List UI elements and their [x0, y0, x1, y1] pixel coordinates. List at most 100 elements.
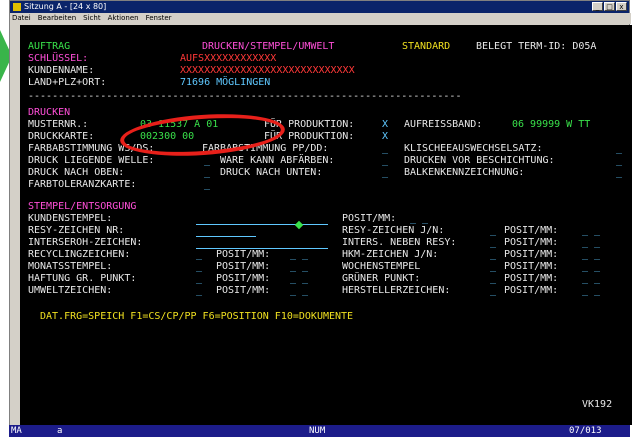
- posit-gruen-label: POSIT/MM:: [504, 273, 559, 284]
- posit-umwelt-field[interactable]: _ _: [290, 285, 308, 297]
- hkm-jn-label: HKM-ZEICHEN J/N:: [342, 249, 439, 260]
- posit-haftung-label: POSIT/MM:: [216, 273, 271, 284]
- hersteller-label: HERSTELLERZEICHEN:: [342, 285, 451, 296]
- terminal-screen: AUFTRAG DRUCKEN/STEMPEL/UMWELT STANDARD …: [20, 25, 632, 425]
- posit-recycling-label: POSIT/MM:: [216, 249, 271, 260]
- posit-kundenstempel-label: POSIT/MM:: [342, 213, 397, 224]
- inters-neben-field[interactable]: _: [490, 237, 496, 249]
- monatsstempel-field[interactable]: _: [196, 261, 202, 273]
- term-id: BELEGT TERM-ID: D05A: [476, 41, 597, 52]
- fuer-produktion-1-field[interactable]: X: [382, 119, 388, 131]
- posit-monat-label: POSIT/MM:: [216, 261, 271, 272]
- drucken-vor-field[interactable]: _: [616, 155, 622, 167]
- schluessel-label: SCHLÜSSEL:: [28, 53, 89, 64]
- farbabst-pp-field[interactable]: _: [382, 143, 388, 155]
- druck-welle-field[interactable]: _: [204, 155, 210, 167]
- close-button[interactable]: x: [616, 2, 627, 11]
- terminal-window: Sitzung A - [24 x 80] _ □ x Datei Bearbe…: [9, 0, 632, 437]
- monatsstempel-label: MONATSSTEMPEL:: [28, 261, 113, 272]
- farbtoleranz-field[interactable]: _: [204, 179, 210, 191]
- posit-inters-field[interactable]: _ _: [582, 237, 600, 249]
- wochenstempel-field[interactable]: _: [490, 261, 496, 273]
- posit-inters-label: POSIT/MM:: [504, 237, 559, 248]
- aufreissband-field[interactable]: 06 99999 W TT: [512, 119, 590, 131]
- kundenname-value: XXXXXXXXXXXXXXXXXXXXXXXXXXXXX: [180, 65, 355, 76]
- posit-resy-field[interactable]: _ _: [582, 225, 600, 237]
- session-indicator: MA: [11, 426, 22, 436]
- inters-neben-label: INTERS. NEBEN RESY:: [342, 237, 457, 248]
- druck-oben-label: DRUCK NACH OBEN:: [28, 167, 125, 178]
- farbtoleranz-label: FARBTOLERANZKARTE:: [28, 179, 137, 190]
- field-indicator: a: [57, 426, 63, 436]
- ware-field[interactable]: _: [382, 155, 388, 167]
- drucken-section-title: DRUCKEN: [28, 107, 71, 118]
- mode-indicator: STANDARD: [402, 41, 451, 52]
- ort-value: 71696 MÖGLINGEN: [180, 77, 271, 88]
- umwelt-field[interactable]: _: [196, 285, 202, 297]
- posit-woche-label: POSIT/MM:: [504, 261, 559, 272]
- menu-bearbeiten[interactable]: Bearbeiten: [38, 13, 76, 24]
- posit-umwelt-label: POSIT/MM:: [216, 285, 271, 296]
- minimize-button[interactable]: _: [592, 2, 603, 11]
- hkm-jn-field[interactable]: _: [490, 249, 496, 261]
- resy-jn-field[interactable]: _: [490, 225, 496, 237]
- recycling-field[interactable]: _: [196, 249, 202, 261]
- menu-datei[interactable]: Datei: [12, 13, 31, 24]
- menu-sicht[interactable]: Sicht: [83, 13, 100, 24]
- auftrag-label: AUFTRAG: [28, 41, 71, 52]
- fuer-produktion-2-field[interactable]: X: [382, 131, 388, 143]
- aufreissband-label: AUFREISSBAND:: [404, 119, 483, 130]
- screen-title: DRUCKEN/STEMPEL/UMWELT: [202, 41, 335, 52]
- gruener-punkt-field[interactable]: _: [490, 273, 496, 285]
- druck-unten-label: DRUCK NACH UNTEN:: [220, 167, 323, 178]
- musternr-label: MUSTERNR.:: [28, 119, 89, 130]
- function-keys: DAT.FRG=SPEICH F1=CS/CP/PP F6=POSITION F…: [40, 311, 354, 322]
- umwelt-label: UMWELTZEICHEN:: [28, 285, 113, 296]
- balken-field[interactable]: _: [616, 167, 622, 179]
- recycling-label: RECYCLINGZEICHEN:: [28, 249, 131, 260]
- status-bar: MA a NUM 07/013: [9, 425, 630, 437]
- klischee-field[interactable]: _: [616, 143, 622, 155]
- stempel-section-title: STEMPEL/ENTSORGUNG: [28, 201, 137, 212]
- ware-label: WARE KANN ABFÄRBEN:: [220, 155, 335, 166]
- numlock-indicator: NUM: [309, 426, 326, 436]
- posit-recycling-field[interactable]: _ _: [290, 249, 308, 261]
- cursor-position: 07/013: [569, 426, 602, 436]
- wochenstempel-label: WOCHENSTEMPEL: [342, 261, 421, 272]
- posit-woche-field[interactable]: _ _: [582, 261, 600, 273]
- kundenname-label: KUNDENNAME:: [28, 65, 95, 76]
- posit-kundenstempel-field[interactable]: _ _: [410, 213, 428, 225]
- haftung-label: HAFTUNG GR. PUNKT:: [28, 273, 137, 284]
- posit-hersteller-label: POSIT/MM:: [504, 285, 559, 296]
- gruener-punkt-label: GRÜNER PUNKT:: [342, 273, 421, 284]
- posit-hkm-label: POSIT/MM:: [504, 249, 559, 260]
- kundenstempel-label: KUNDENSTEMPEL:: [28, 213, 113, 224]
- posit-gruen-field[interactable]: _ _: [582, 273, 600, 285]
- posit-hersteller-field[interactable]: _ _: [582, 285, 600, 297]
- drucken-vor-label: DRUCKEN VOR BESCHICHTUNG:: [404, 155, 555, 166]
- window-title: Sitzung A - [24 x 80]: [24, 2, 107, 11]
- posit-hkm-field[interactable]: _ _: [582, 249, 600, 261]
- hersteller-field[interactable]: _: [490, 285, 496, 297]
- menu-fenster[interactable]: Fenster: [146, 13, 172, 24]
- posit-monat-field[interactable]: _ _: [290, 261, 308, 273]
- druckkarte-label: DRUCKKARTE:: [28, 131, 95, 142]
- balken-label: BALKENKENNZEICHNUNG:: [404, 167, 525, 178]
- schluessel-value: AUFSXXXXXXXXXXXX: [180, 53, 277, 64]
- title-bar: Sitzung A - [24 x 80] _ □ x: [10, 1, 629, 13]
- screen-id: VK192: [582, 399, 613, 410]
- menu-aktionen[interactable]: Aktionen: [108, 13, 139, 24]
- haftung-field[interactable]: _: [196, 273, 202, 285]
- menu-bar: Datei Bearbeiten Sicht Aktionen Fenster: [10, 13, 631, 24]
- resy-nr-label: RESY-ZEICHEN NR:: [28, 225, 125, 236]
- druck-unten-field[interactable]: _: [382, 167, 388, 179]
- ort-label: LAND+PLZ+ORT:: [28, 77, 107, 88]
- druck-welle-label: DRUCK LIEGENDE WELLE:: [28, 155, 155, 166]
- posit-haftung-field[interactable]: _ _: [290, 273, 308, 285]
- klischee-label: KLISCHEEAUSWECHSELSATZ:: [404, 143, 543, 154]
- resy-jn-label: RESY-ZEICHEN J/N:: [342, 225, 445, 236]
- maximize-button[interactable]: □: [604, 2, 615, 11]
- posit-resy-label: POSIT/MM:: [504, 225, 559, 236]
- interseroh-label: INTERSEROH-ZEICHEN:: [28, 237, 143, 248]
- druck-oben-field[interactable]: _: [204, 167, 210, 179]
